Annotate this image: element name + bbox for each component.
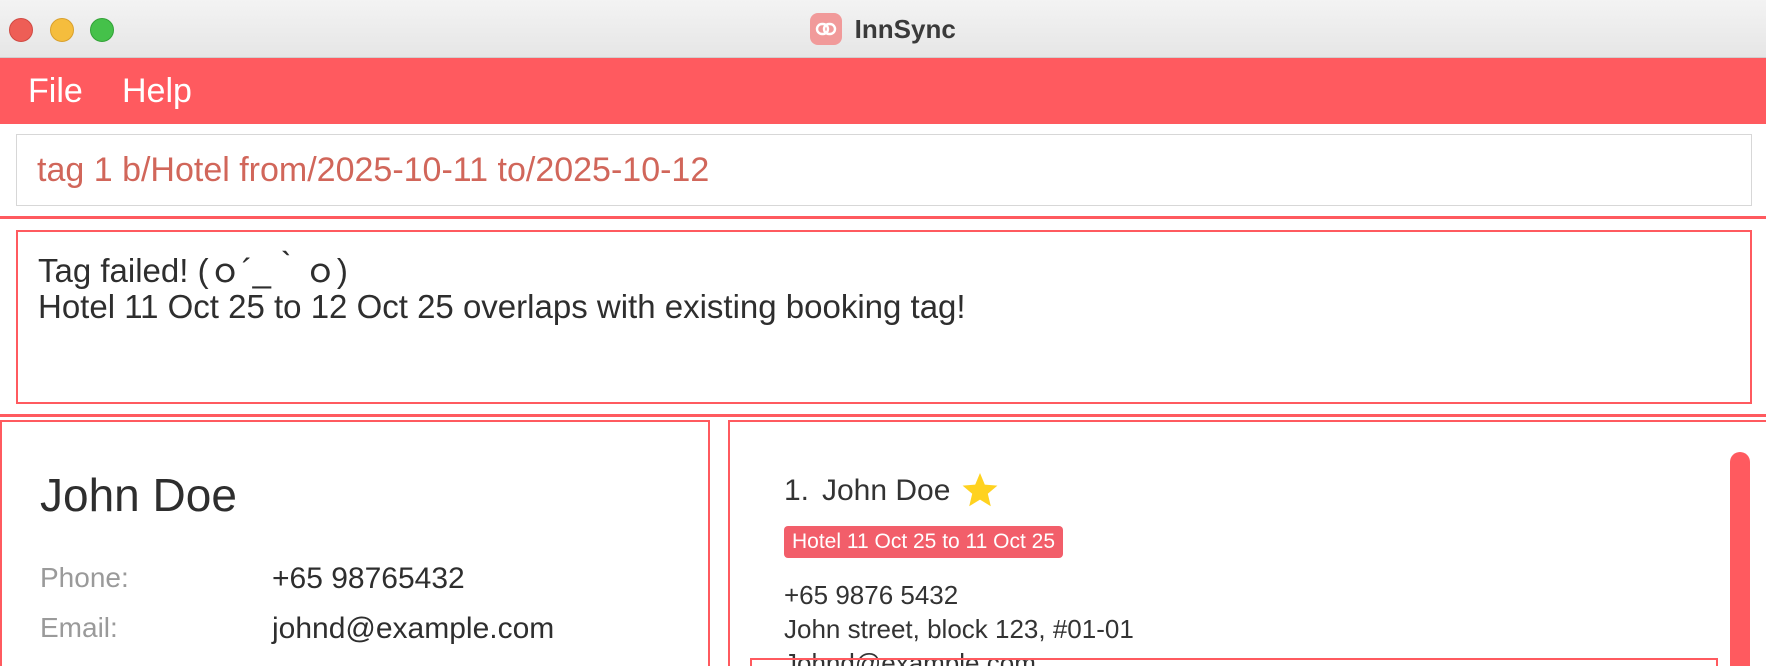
card-index: 1. bbox=[784, 474, 810, 507]
window-title-group: InnSync bbox=[0, 12, 1766, 46]
detail-name: John Doe bbox=[40, 469, 237, 521]
result-message-detail: Hotel 11 Oct 25 to 12 Oct 25 overlaps wi… bbox=[38, 288, 966, 325]
divider bbox=[0, 216, 1766, 219]
list-scrollbar[interactable] bbox=[1730, 452, 1750, 666]
innsync-logo-icon bbox=[810, 13, 843, 45]
phone-value: +65 98765432 bbox=[272, 562, 465, 595]
card-address: John street, block 123, #01-01 bbox=[784, 614, 1134, 644]
window-title: InnSync bbox=[854, 14, 956, 44]
star-icon bbox=[962, 473, 998, 507]
menu-file[interactable]: File bbox=[28, 71, 83, 111]
email-value: johnd@example.com bbox=[272, 612, 555, 645]
card-phone: +65 9876 5432 bbox=[784, 580, 959, 610]
menu-bar: File Help bbox=[0, 58, 1766, 124]
app-window: InnSync File Help Tag failed! (ｏ´_｀ｏ) Ho… bbox=[0, 0, 1766, 666]
booking-tag: Hotel 11 Oct 25 to 11 Oct 25 bbox=[784, 526, 1064, 558]
next-card-edge bbox=[750, 658, 1718, 666]
email-label: Email: bbox=[40, 612, 118, 643]
result-display[interactable]: Tag failed! (ｏ´_｀ｏ) Hotel 11 Oct 25 to 1… bbox=[16, 230, 1752, 404]
card-name: John Doe bbox=[822, 474, 951, 507]
phone-label: Phone: bbox=[40, 562, 129, 593]
command-input[interactable] bbox=[37, 145, 1727, 195]
title-bar: InnSync bbox=[0, 0, 1766, 58]
person-detail-panel: John Doe Phone: +65 98765432 Email: john… bbox=[0, 420, 710, 666]
person-list-panel: 1. John Doe Hotel 11 Oct 25 to 11 Oct 25… bbox=[728, 420, 1766, 666]
command-box bbox=[16, 134, 1752, 206]
divider bbox=[0, 414, 1766, 417]
result-message-title: Tag failed! (ｏ´_｀ｏ) bbox=[38, 252, 348, 289]
menu-help[interactable]: Help bbox=[122, 71, 192, 111]
person-card[interactable]: 1. John Doe Hotel 11 Oct 25 to 11 Oct 25… bbox=[750, 434, 1718, 666]
